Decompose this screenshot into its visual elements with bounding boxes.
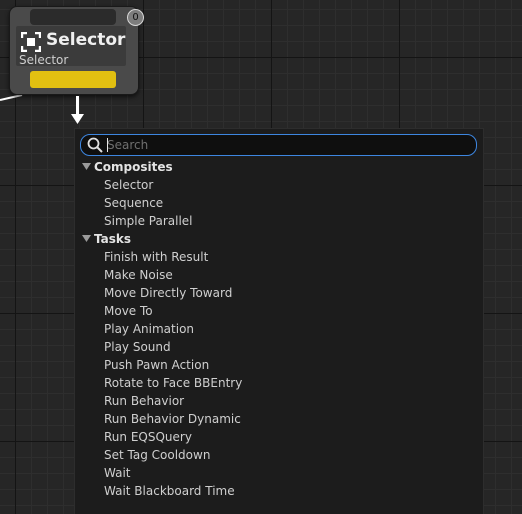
node-picker-popup: Composites SelectorSequenceSimple Paralle… <box>74 128 484 514</box>
drag-arrow-icon <box>71 96 84 124</box>
list-item[interactable]: Push Pawn Action <box>75 356 479 374</box>
search-icon <box>87 137 103 153</box>
node-title: Selector <box>46 30 126 50</box>
node-subtitle: Selector <box>19 53 69 67</box>
list-item[interactable]: Run Behavior Dynamic <box>75 410 479 428</box>
list-item[interactable]: Selector <box>75 176 479 194</box>
search-box[interactable] <box>80 134 477 156</box>
list-item[interactable]: Make Noise <box>75 266 479 284</box>
expand-triangle-icon <box>82 163 91 170</box>
execution-index-badge: 0 <box>127 9 144 26</box>
list-item[interactable]: Wait <box>75 464 479 482</box>
list-item[interactable]: Simple Parallel <box>75 212 479 230</box>
list-item[interactable]: Set Tag Cooldown <box>75 446 479 464</box>
list-item[interactable]: Move To <box>75 302 479 320</box>
selector-icon <box>21 32 41 52</box>
list-item[interactable]: Finish with Result <box>75 248 479 266</box>
list-item[interactable]: Play Sound <box>75 338 479 356</box>
action-tree: Composites Selector Sequence Simple Paralle… <box>75 158 479 500</box>
list-item[interactable]: Run EQSQuery <box>75 428 479 446</box>
category-tasks[interactable]: Tasks <box>75 230 479 248</box>
category-label: Composites <box>94 160 173 174</box>
node-output-pin[interactable] <box>30 71 116 88</box>
node-header: Selector Selector <box>16 26 126 67</box>
expand-triangle-icon <box>82 235 91 242</box>
category-label: Tasks <box>94 232 132 246</box>
node-input-pin[interactable] <box>30 9 116 25</box>
category-composites[interactable]: Composites <box>75 158 479 176</box>
list-item[interactable]: Rotate to Face BBEntry <box>75 374 479 392</box>
search-input[interactable] <box>107 136 457 153</box>
selector-node[interactable]: 0 Selector Selector <box>9 6 144 95</box>
list-item[interactable]: Wait Blackboard Time <box>75 482 479 500</box>
text-cursor <box>107 138 108 152</box>
list-item[interactable]: Play Animation <box>75 320 479 338</box>
list-item[interactable]: Move Directly Toward <box>75 284 479 302</box>
list-item[interactable]: Sequence <box>75 194 479 212</box>
list-item[interactable]: Run Behavior <box>75 392 479 410</box>
